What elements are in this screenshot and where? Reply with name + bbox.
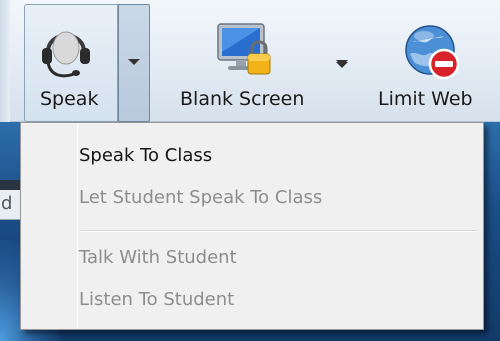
limit-web-label: Limit Web	[378, 88, 473, 110]
blank-screen-button[interactable]: Blank Screen	[168, 4, 348, 122]
menu-item-speak-to-class[interactable]: Speak To Class	[79, 145, 212, 166]
blank-screen-dropdown-button[interactable]	[330, 50, 354, 80]
menu-item-let-student-speak[interactable]: Let Student Speak To Class	[79, 187, 322, 208]
toolbar-edge	[0, 0, 10, 122]
menu-item-talk-with-student[interactable]: Talk With Student	[79, 247, 237, 268]
chevron-down-icon	[336, 60, 348, 66]
blank-screen-label: Blank Screen	[180, 88, 305, 110]
background-window-text: d	[1, 193, 13, 214]
menu-icon-gutter	[77, 124, 78, 328]
chevron-down-icon	[128, 59, 140, 65]
monitor-lock-icon	[217, 23, 271, 75]
globe-block-icon	[405, 25, 460, 80]
speak-dropdown-button[interactable]	[118, 4, 150, 122]
limit-web-button[interactable]: Limit Web	[370, 4, 495, 122]
headset-icon	[42, 31, 90, 78]
speak-label: Speak	[40, 88, 99, 110]
speak-button[interactable]: Speak	[24, 4, 118, 122]
menu-item-listen-to-student[interactable]: Listen To Student	[79, 289, 234, 310]
speak-dropdown-menu: Speak To Class Let Student Speak To Clas…	[20, 122, 484, 330]
toolbar: Speak Blank Screen Limit Web	[0, 0, 500, 122]
menu-separator	[81, 230, 477, 232]
